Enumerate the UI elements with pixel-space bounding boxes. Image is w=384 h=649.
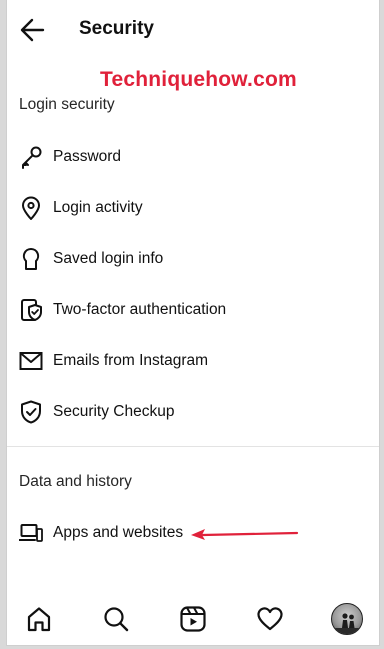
emails-from-instagram-item[interactable]: Emails from Instagram [7,341,379,381]
apps-and-websites-label: Apps and websites [53,524,184,541]
two-factor-item[interactable]: Two-factor authentication [7,290,379,330]
security-checkup-item[interactable]: Security Checkup [7,392,379,432]
security-screen: Security Techniquehow.com Login security… [6,0,380,646]
two-factor-label: Two-factor authentication [53,301,227,318]
header: Security [7,0,379,58]
section-label-data-and-history: Data and history [19,473,132,490]
saved-login-info-label: Saved login info [53,250,164,267]
heart-icon [257,607,283,631]
home-button[interactable] [24,604,54,634]
password-item[interactable]: Password [7,137,379,177]
back-arrow-icon [20,18,45,42]
mail-icon [19,352,43,370]
shield-check-icon [21,400,41,424]
login-activity-item[interactable]: Login activity [7,188,379,228]
keyhole-icon [22,247,40,270]
section-label-login-security: Login security [19,96,115,113]
profile-avatar[interactable] [331,603,363,635]
emails-from-instagram-label: Emails from Instagram [53,352,209,369]
activity-button[interactable] [255,604,285,634]
search-icon [104,607,129,632]
password-label: Password [53,148,122,165]
reels-icon [180,606,206,632]
home-icon [27,607,51,632]
red-pointer-arrow [191,529,299,540]
security-checkup-label: Security Checkup [53,403,175,420]
key-icon [22,146,42,169]
saved-login-info-item[interactable]: Saved login info [7,239,379,279]
reels-button[interactable] [178,604,208,634]
shield-phone-icon [21,299,42,321]
location-pin-icon [22,196,40,220]
back-button[interactable] [15,14,49,46]
devices-icon [19,524,43,542]
login-activity-label: Login activity [53,199,143,216]
page-title: Security [79,18,154,39]
search-button[interactable] [101,604,131,634]
divider [7,446,379,447]
watermark: Techniquehow.com [100,68,297,91]
bottom-nav [7,600,379,642]
avatar-image [332,613,362,634]
